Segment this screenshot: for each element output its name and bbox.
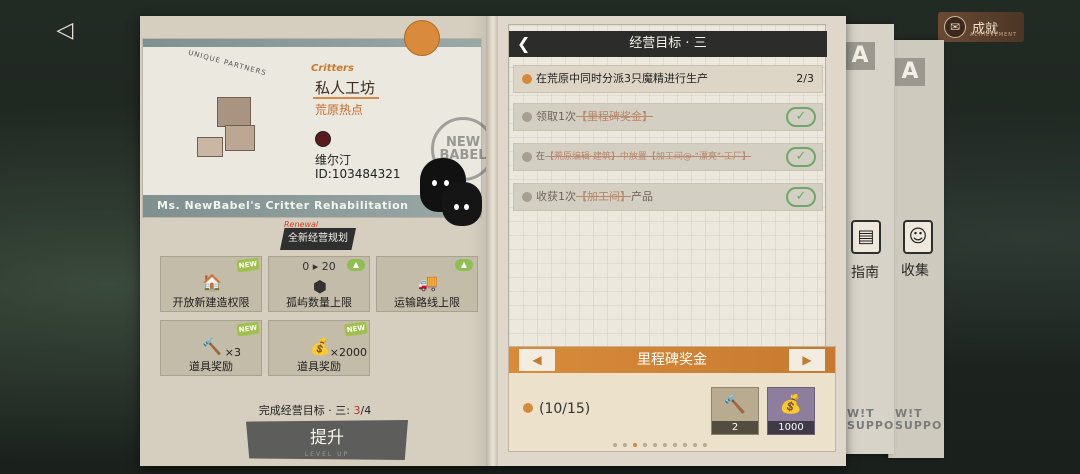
collection-cat-icon[interactable]: ☺ bbox=[903, 220, 933, 254]
side-tab-collection[interactable]: 收集 bbox=[901, 260, 929, 280]
goal-item[interactable]: 领取1次【里程碑奖金】 ✓ bbox=[513, 103, 823, 131]
back-button[interactable]: ◁ bbox=[52, 18, 78, 44]
goal-dot bbox=[522, 152, 532, 162]
guide-book-icon[interactable]: ▤ bbox=[851, 220, 881, 254]
plan-tag-sub: Renewal bbox=[284, 220, 319, 229]
new-badge: NEW bbox=[236, 321, 260, 337]
goal-dot bbox=[522, 74, 532, 84]
reward-label: 开放新建造权限 bbox=[172, 296, 250, 309]
goal-item[interactable]: 在【荒原编辑·建筑】中放置【加工间@·"漂亮"·工厂】 ✓ bbox=[513, 143, 823, 171]
avatar bbox=[315, 131, 331, 147]
side-card-letter: A bbox=[845, 42, 875, 70]
goal-panel: ❮ 经营目标 · 三 在荒原中同时分派3只魔精进行生产 2/3 领取1次【里程碑… bbox=[508, 24, 827, 350]
milestone-next-button[interactable]: ▶ bbox=[789, 349, 825, 371]
milestone-prev-button[interactable]: ◀ bbox=[519, 349, 555, 371]
right-page: ❮ 经营目标 · 三 在荒原中同时分派3只魔精进行生产 2/3 领取1次【里程碑… bbox=[498, 16, 846, 466]
goal-text: 在荒原中同时分派3只魔精进行生产 bbox=[536, 72, 708, 85]
name-underline bbox=[313, 97, 379, 99]
goal-dot bbox=[522, 112, 532, 122]
milestone-dot bbox=[523, 403, 533, 413]
new-badge: NEW bbox=[344, 321, 368, 337]
milestone-progress-value: (10/15) bbox=[539, 401, 591, 417]
goal-header-title: 经营目标 · 三 bbox=[629, 36, 707, 51]
side-card-back: A ☺ 收集 W!T SUPPO bbox=[888, 40, 944, 458]
new-plan-tag: 全新经营规划 bbox=[280, 228, 356, 250]
critters-tag: Critters bbox=[311, 63, 354, 74]
side-stamp: W!T SUPPO bbox=[895, 407, 943, 432]
goal-progress-prefix: 完成经营目标 · 三: bbox=[258, 404, 354, 417]
goal-text-prefix: 领取1次 bbox=[536, 110, 576, 123]
up-arrow-icon: ▲ bbox=[347, 259, 365, 271]
workshop-area: 荒原热点 bbox=[315, 103, 364, 117]
milestone-reward-coin[interactable]: 💰 1000 bbox=[767, 387, 815, 435]
hammer-icon: 🔨 bbox=[202, 337, 222, 356]
milestone-progress: (10/15) bbox=[523, 401, 590, 417]
truck-icon: 🚚 bbox=[418, 273, 438, 292]
level-up-sub: LEVEL UP bbox=[304, 451, 350, 458]
reward-quantity: 2 bbox=[712, 421, 758, 434]
goal-text-prefix: 在 bbox=[536, 152, 546, 162]
goal-text-suffix: 产品 bbox=[631, 190, 653, 203]
checkmark-icon: ✓ bbox=[786, 187, 816, 207]
triangle-left-icon: ◁ bbox=[56, 18, 74, 43]
side-card-letter: A bbox=[895, 58, 925, 86]
milestone-page-dots bbox=[613, 443, 707, 447]
up-arrow-icon: ▲ bbox=[455, 259, 473, 271]
black-cats-illustration bbox=[418, 158, 488, 228]
reward-label: 运输路线上限 bbox=[394, 296, 460, 309]
checkmark-icon: ✓ bbox=[786, 107, 816, 127]
reward-new-build[interactable]: 🏠 NEW 开放新建造权限 bbox=[160, 256, 262, 312]
milestone-title: 里程碑奖金 bbox=[637, 352, 707, 368]
coin-bag-icon: 💰 bbox=[779, 394, 803, 415]
level-up-label: 提升 bbox=[310, 428, 344, 448]
left-page: UNIQUE PARTNERS Critters 私人工坊 荒原热点 维尔汀 I… bbox=[140, 16, 495, 466]
triangle-left-icon: ◀ bbox=[532, 353, 542, 367]
achievement-button[interactable]: ✉ 成就 ACHIEVEMENT bbox=[938, 12, 1024, 42]
chevron-left-icon[interactable]: ❮ bbox=[517, 31, 530, 57]
new-badge: NEW bbox=[236, 257, 260, 273]
reward-label: 道具奖励 bbox=[189, 360, 233, 373]
building-icon: 🏠 bbox=[202, 273, 222, 292]
reward-route-limit[interactable]: 🚚 ▲ 运输路线上限 bbox=[376, 256, 478, 312]
workshop-name: 私人工坊 bbox=[315, 79, 376, 97]
reward-quantity: 1000 bbox=[768, 421, 814, 434]
reward-label: 孤屿数量上限 bbox=[286, 296, 352, 309]
goal-progress-count: 2/3 bbox=[796, 72, 814, 85]
goal-progress: 完成经营目标 · 三: 3/4 bbox=[140, 402, 490, 418]
checkmark-icon: ✓ bbox=[786, 147, 816, 167]
reward-label: 道具奖励 bbox=[297, 360, 341, 373]
hammer-icon: 🔨 bbox=[723, 394, 747, 415]
goal-progress-total: /4 bbox=[360, 404, 372, 417]
milestone-reward-hammer[interactable]: 🔨 2 bbox=[711, 387, 759, 435]
achievement-icon: ✉ bbox=[944, 16, 966, 38]
triangle-right-icon: ▶ bbox=[802, 353, 812, 367]
goal-dot bbox=[522, 192, 532, 202]
level-up-button[interactable]: 提升 LEVEL UP bbox=[246, 420, 408, 460]
side-stamp: W!T SUPPO bbox=[847, 407, 895, 432]
user-id: ID:103484321 bbox=[315, 167, 401, 181]
goal-text-strike: 【荒原编辑·建筑】中放置【加工间@·"漂亮"·工厂】 bbox=[545, 152, 751, 162]
reward-item-hammer[interactable]: 🔨 NEW ×3 道具奖励 bbox=[160, 320, 262, 376]
achievement-sub-label: ACHIEVEMENT bbox=[970, 32, 1018, 38]
goal-item[interactable]: 收获1次【加工间】产品 ✓ bbox=[513, 183, 823, 211]
side-tab-guide[interactable]: 指南 bbox=[851, 262, 879, 282]
user-name: 维尔汀 bbox=[315, 153, 352, 167]
goal-text-strike: 【加工间】 bbox=[576, 190, 631, 203]
reward-item-coin[interactable]: 💰 NEW ×2000 道具奖励 bbox=[268, 320, 370, 376]
milestone-panel: 里程碑奖金 ◀ ▶ (10/15) 🔨 2 💰 1000 bbox=[508, 346, 836, 452]
goal-header: ❮ 经营目标 · 三 bbox=[509, 31, 827, 57]
business-book: UNIQUE PARTNERS Critters 私人工坊 荒原热点 维尔汀 I… bbox=[140, 16, 846, 466]
crates-illustration bbox=[197, 97, 267, 167]
goal-text-strike: 【里程碑奖金】 bbox=[576, 110, 653, 123]
goal-text-prefix: 收获1次 bbox=[536, 190, 576, 203]
orange-seal bbox=[404, 20, 440, 56]
unique-partners-label: UNIQUE PARTNERS bbox=[187, 48, 268, 78]
side-card-front: A ▤ 指南 W!T SUPPO bbox=[838, 24, 894, 454]
reward-island-limit[interactable]: 0 ▸ 20 ⬢ ▲ 孤屿数量上限 bbox=[268, 256, 370, 312]
goal-item[interactable]: 在荒原中同时分派3只魔精进行生产 2/3 bbox=[513, 65, 823, 93]
